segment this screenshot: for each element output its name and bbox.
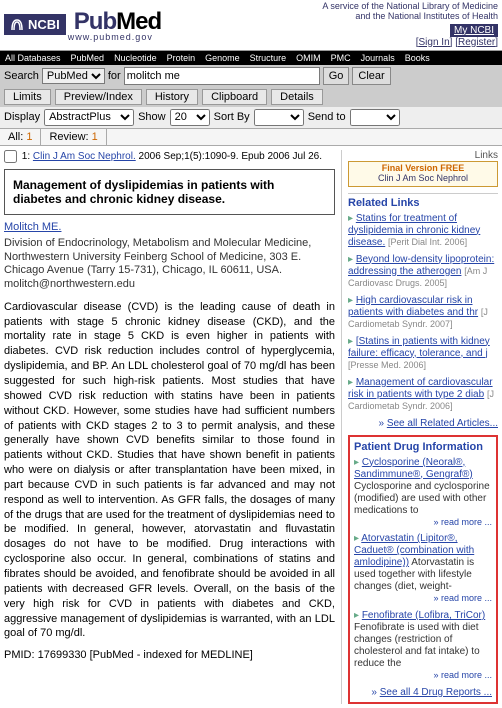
search-label: Search (4, 70, 39, 82)
subtabs: All: 1 Review: 1 (0, 129, 502, 146)
pmid-text: PMID: 17699330 [PubMed - indexed for MED… (4, 649, 335, 661)
sidebar: Links Final Version FREE Clin J Am Soc N… (341, 150, 498, 704)
search-input[interactable] (124, 67, 320, 85)
clear-button[interactable]: Clear (352, 67, 390, 85)
related-item[interactable]: ▸ [Statins in patients with kidney failu… (348, 336, 498, 372)
tab-details[interactable]: Details (271, 89, 323, 105)
navbar: All DatabasesPubMedNucleotideProteinGeno… (0, 51, 502, 65)
see-all-related[interactable]: See all Related Articles... (387, 418, 498, 429)
related-item[interactable]: ▸ Statins for treatment of dyslipidemia … (348, 213, 498, 249)
author-link[interactable]: Molitch ME. (4, 221, 61, 233)
drug-info-box: Patient Drug Information ▸ Cyclosporine … (348, 435, 498, 704)
citation-line: 1: Clin J Am Soc Nephrol. 2006 Sep;1(5):… (4, 150, 335, 163)
nav-protein[interactable]: Protein (162, 51, 201, 65)
drug-item[interactable]: ▸ Atorvastatin (Lipitor®, Caduet® (combi… (354, 533, 492, 604)
nav-books[interactable]: Books (400, 51, 435, 65)
display-bar: Display AbstractPlus Show 20 Sort By Sen… (0, 107, 502, 129)
sort-label: Sort By (214, 111, 250, 123)
send-label: Send to (308, 111, 346, 123)
nav-structure[interactable]: Structure (245, 51, 292, 65)
main-content: 1: Clin J Am Soc Nephrol. 2006 Sep;1(5):… (4, 150, 341, 704)
register-link[interactable]: [Register] (455, 37, 498, 48)
for-label: for (108, 70, 121, 82)
nav-omim[interactable]: OMIM (291, 51, 326, 65)
go-button[interactable]: Go (323, 67, 350, 85)
drug-item[interactable]: ▸ Fenofibrate (Lofibra, TriCor) Fenofibr… (354, 610, 492, 681)
pubmed-logo[interactable]: PubMed www.pubmed.gov (66, 8, 161, 42)
related-item[interactable]: ▸ Management of cardiovascular risk in p… (348, 377, 498, 413)
nav-all-databases[interactable]: All Databases (0, 51, 66, 65)
affiliation: Division of Endocrinology, Metabolism an… (4, 237, 335, 292)
tab-clipboard[interactable]: Clipboard (202, 89, 267, 105)
links-label: Links (348, 150, 498, 161)
signin-link[interactable]: [Sign In] (416, 37, 453, 48)
show-select[interactable]: 20 (170, 109, 210, 126)
db-select[interactable]: PubMed (42, 68, 105, 84)
service-text: A service of the National Library of Med… (322, 2, 498, 22)
related-item[interactable]: ▸ High cardiovascular risk in patients w… (348, 295, 498, 331)
journal-link[interactable]: Clin J Am Soc Nephrol. (33, 151, 136, 162)
display-label: Display (4, 111, 40, 123)
ncbi-logo[interactable]: NCBI (4, 14, 66, 35)
ncbi-text: NCBI (28, 17, 60, 32)
nav-pubmed[interactable]: PubMed (66, 51, 110, 65)
drug-item[interactable]: ▸ Cyclosporine (Neoral®, Sandimmune®, Ge… (354, 457, 492, 528)
subtab-review[interactable]: Review: 1 (41, 129, 106, 145)
pubmed-url: www.pubmed.gov (68, 32, 161, 42)
tab-preview-index[interactable]: Preview/Index (55, 89, 142, 105)
related-header: Related Links (348, 193, 498, 209)
nav-genome[interactable]: Genome (200, 51, 245, 65)
nav-pmc[interactable]: PMC (326, 51, 356, 65)
my-ncbi-link[interactable]: My NCBI (454, 25, 494, 36)
see-all-drugs[interactable]: See all 4 Drug Reports ... (380, 687, 492, 698)
article-title: Management of dyslipidemias in patients … (4, 169, 335, 215)
free-badge[interactable]: Final Version FREE Clin J Am Soc Nephrol (348, 161, 498, 187)
format-select[interactable]: AbstractPlus (44, 109, 134, 126)
tab-history[interactable]: History (146, 89, 198, 105)
sort-select[interactable] (254, 109, 304, 126)
show-label: Show (138, 111, 166, 123)
send-select[interactable] (350, 109, 400, 126)
related-item[interactable]: ▸ Beyond low-density lipoprotein: addres… (348, 254, 498, 290)
subtab-all[interactable]: All: 1 (0, 129, 41, 145)
tab-limits[interactable]: Limits (4, 89, 51, 105)
nav-nucleotide[interactable]: Nucleotide (109, 51, 162, 65)
tab-bar: LimitsPreview/IndexHistoryClipboardDetai… (0, 87, 502, 107)
select-checkbox[interactable] (4, 150, 17, 163)
drug-header: Patient Drug Information (354, 441, 492, 453)
abstract-text: Cardiovascular disease (CVD) is the lead… (4, 300, 335, 641)
nav-journals[interactable]: Journals (356, 51, 400, 65)
search-bar: Search PubMed for Go Clear (0, 65, 502, 87)
